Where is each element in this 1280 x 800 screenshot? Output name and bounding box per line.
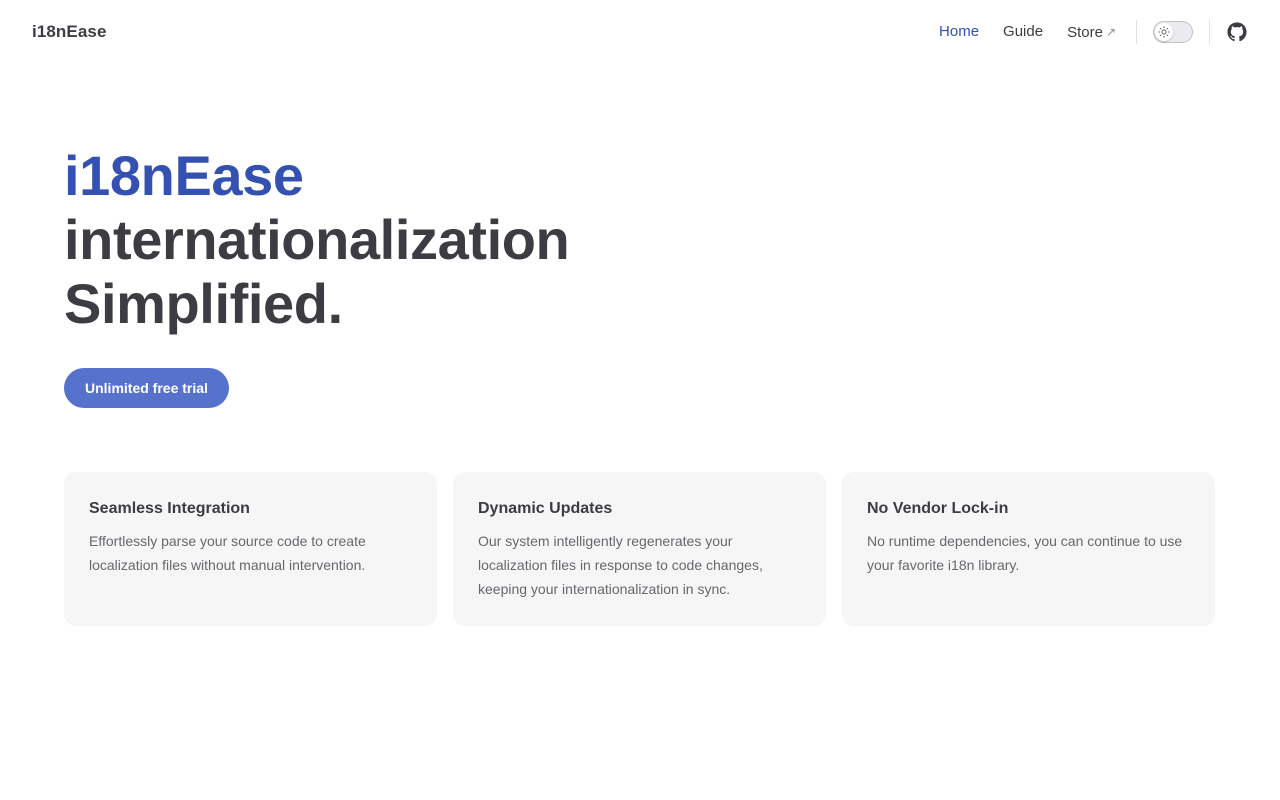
hero-text-line-2: Simplified. [64, 272, 343, 335]
nav-right: Home Guide Store ↗ [927, 0, 1248, 64]
hero-section: i18nEase internationalization Simplified… [64, 144, 570, 336]
github-icon [1227, 22, 1247, 42]
feature-title: Dynamic Updates [478, 500, 613, 517]
nav-divider [1136, 20, 1137, 44]
nav-link-store[interactable]: Store ↗ [1055, 0, 1128, 65]
switch-knob [1155, 23, 1173, 41]
site-title[interactable]: i18nEase [32, 22, 107, 42]
hero-text-line-1: internationalization [64, 208, 570, 271]
nav-divider-2 [1209, 20, 1210, 44]
theme-toggle-switch[interactable] [1153, 21, 1193, 43]
feature-card: Dynamic Updates Our system intelligently… [453, 472, 826, 626]
free-trial-button[interactable]: Unlimited free trial [64, 368, 229, 408]
nav-link-home[interactable]: Home [927, 0, 991, 64]
hero-heading: i18nEase internationalization Simplified… [64, 144, 570, 336]
feature-card: No Vendor Lock-in No runtime dependencie… [842, 472, 1215, 626]
feature-details: Effortlessly parse your source code to c… [89, 533, 366, 573]
feature-title: Seamless Integration [89, 500, 250, 517]
feature-details: Our system intelligently regenerates you… [478, 533, 763, 597]
arrow-up-right-icon: ↗ [1105, 24, 1116, 39]
github-link[interactable] [1226, 21, 1248, 43]
nav-link-guide[interactable]: Guide [991, 0, 1055, 64]
feature-title: No Vendor Lock-in [867, 500, 1009, 517]
top-navbar: i18nEase Home Guide Store ↗ [0, 0, 1280, 64]
features-section: Seamless Integration Effortlessly parse … [64, 472, 1215, 626]
nav-link-store-label: Store [1067, 23, 1103, 41]
sun-icon [1158, 26, 1170, 38]
feature-details: No runtime dependencies, you can continu… [867, 533, 1183, 573]
feature-card: Seamless Integration Effortlessly parse … [64, 472, 437, 626]
hero-name: i18nEase [64, 144, 304, 207]
nav-links: Home Guide Store ↗ [927, 0, 1128, 65]
